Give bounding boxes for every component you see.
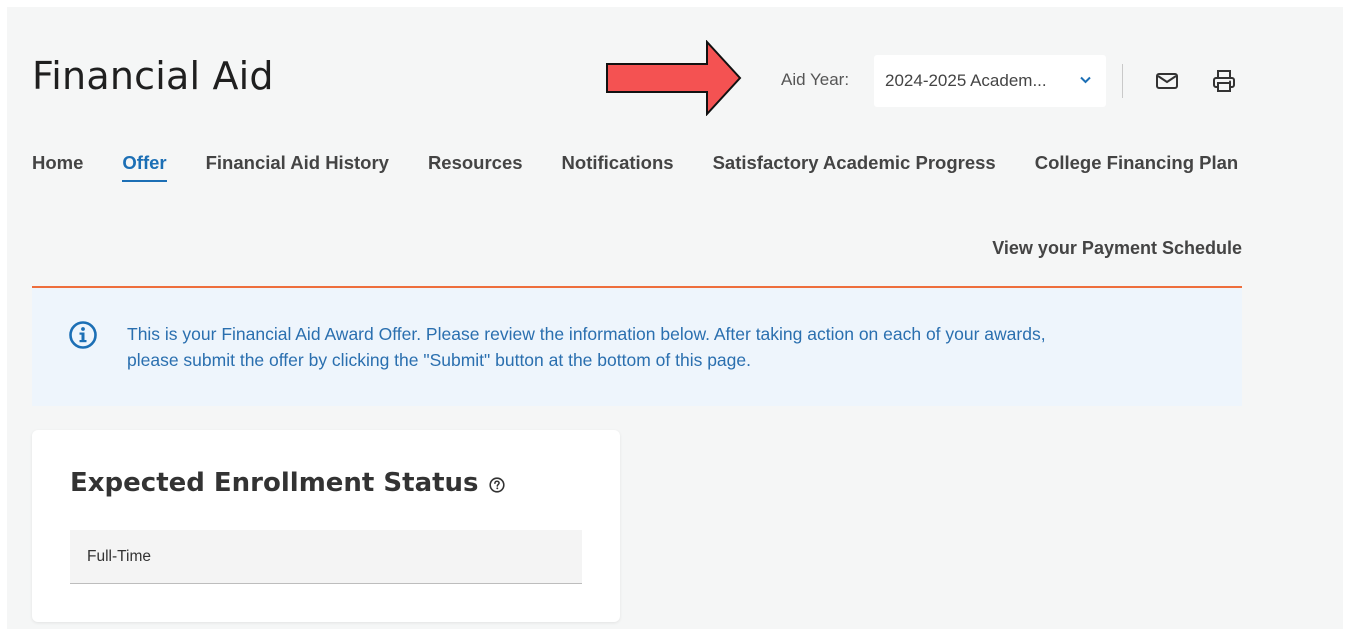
tab-notifications[interactable]: Notifications [562,152,674,180]
tab-satisfactory-academic-progress[interactable]: Satisfactory Academic Progress [713,152,996,180]
info-icon [69,321,97,349]
enrollment-card: Expected Enrollment Status Full-Time [32,430,620,622]
header-divider [1122,64,1123,98]
tab-offer[interactable]: Offer [122,152,167,182]
main-nav: Home Offer Financial Aid History Resourc… [32,152,1277,182]
info-line-2: please submit the offer by clicking the … [127,350,751,370]
info-line-1: This is your Financial Aid Award Offer. … [127,324,1046,344]
tab-financial-aid-history[interactable]: Financial Aid History [206,152,389,180]
mail-icon[interactable] [1154,69,1180,93]
info-banner: This is your Financial Aid Award Offer. … [32,288,1242,406]
tab-college-financing-plan[interactable]: College Financing Plan [1035,152,1239,180]
enrollment-title-text: Expected Enrollment Status [70,468,479,498]
enrollment-title: Expected Enrollment Status [70,468,505,498]
annotation-arrow-icon [606,40,742,116]
payment-schedule-link[interactable]: View your Payment Schedule [992,238,1242,259]
tab-resources[interactable]: Resources [428,152,523,180]
help-icon[interactable] [488,476,505,493]
printer-icon[interactable] [1211,69,1237,93]
info-message: This is your Financial Aid Award Offer. … [127,321,1217,373]
aid-year-label: Aid Year: [781,70,850,89]
enrollment-status-field[interactable]: Full-Time [70,530,582,584]
page-title: Financial Aid [32,54,274,98]
tab-home[interactable]: Home [32,152,83,180]
enrollment-status-value: Full-Time [87,547,152,565]
chevron-down-icon [1080,76,1091,84]
aid-year-value: 2024-2025 Academ... [885,71,1047,90]
aid-year-select[interactable]: 2024-2025 Academ... [874,55,1106,107]
